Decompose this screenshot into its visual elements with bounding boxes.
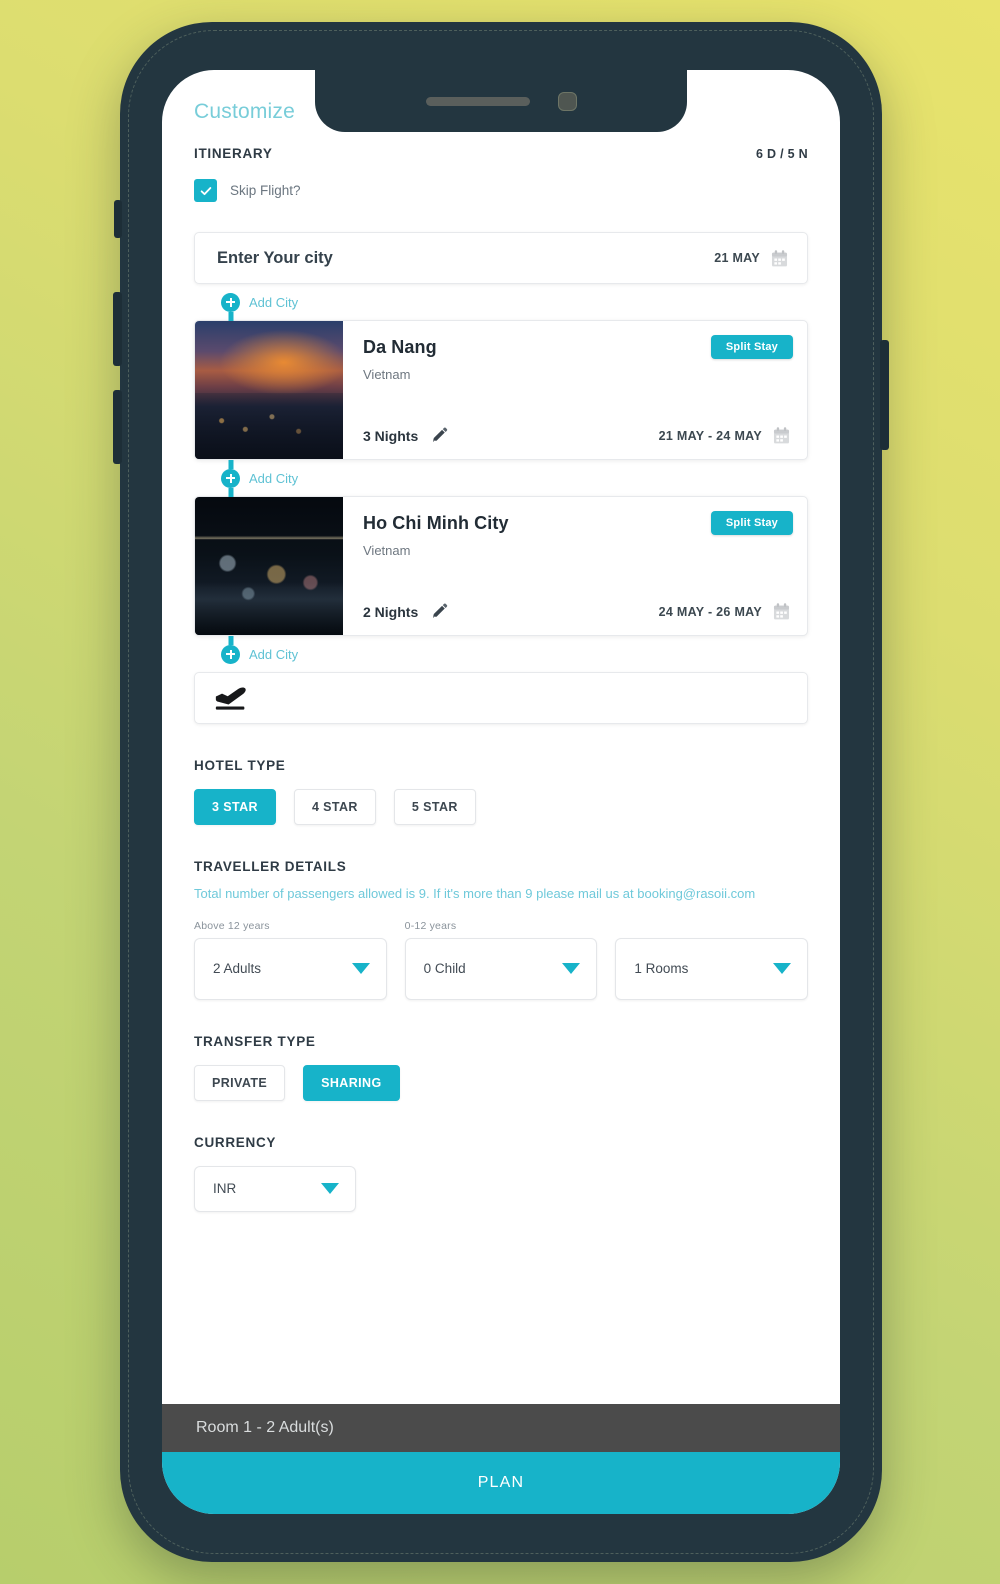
- phone-screen: Customize ITINERARY 6 D / 5 N Skip Fligh…: [162, 70, 840, 1514]
- transfer-type-section: TRANSFER TYPE PRIVATE SHARING: [194, 1034, 808, 1101]
- trip-bottom-row: 2 Nights 24 MAY - 26 MAY: [363, 602, 791, 621]
- nights-group[interactable]: 3 Nights: [363, 427, 448, 444]
- trip-country-name: Vietnam: [363, 367, 411, 382]
- nights-group[interactable]: 2 Nights: [363, 603, 448, 620]
- pencil-icon[interactable]: [431, 603, 448, 620]
- volume-down-button[interactable]: [113, 390, 122, 464]
- adults-value: 2 Adults: [213, 961, 262, 976]
- trip-info: Split Stay Da Nang Vietnam 3 Nights 21 M…: [343, 321, 807, 459]
- passenger-limit-note: Total number of passengers allowed is 9.…: [194, 886, 756, 901]
- rooms-select[interactable]: 1 Rooms: [615, 937, 809, 1000]
- children-select-wrap: 0-12 years 0 Child: [404, 919, 598, 1000]
- volume-up-button[interactable]: [113, 292, 122, 366]
- city-photo-da-nang: [195, 321, 343, 459]
- power-button[interactable]: [880, 340, 889, 450]
- chevron-down-icon: [562, 963, 581, 974]
- children-value: 0 Child: [423, 961, 466, 976]
- split-stay-badge[interactable]: Split Stay: [710, 511, 793, 535]
- phone-frame: Customize ITINERARY 6 D / 5 N Skip Fligh…: [113, 22, 889, 1562]
- children-mini-label: 0-12 years: [404, 919, 457, 932]
- add-city-icon: [221, 635, 240, 664]
- hotel-type-options: 3 STAR 4 STAR 5 STAR: [194, 789, 808, 825]
- hotel-type-4-star[interactable]: 4 STAR: [293, 789, 376, 825]
- earpiece-speaker: [425, 96, 530, 106]
- transfer-type-private[interactable]: PRIVATE: [194, 1064, 286, 1101]
- rooms-mini-label: [615, 920, 808, 932]
- add-city-label: Add City: [249, 470, 299, 486]
- trip-date-picker[interactable]: 21 MAY - 24 MAY: [659, 426, 791, 445]
- trip-card[interactable]: Split Stay Ho Chi Minh City Vietnam 2 Ni…: [194, 496, 808, 636]
- currency-section: CURRENCY INR: [194, 1135, 808, 1212]
- add-city-row-3[interactable]: Add City: [194, 635, 808, 672]
- notch: [315, 70, 687, 132]
- add-city-row-1[interactable]: Add City: [194, 284, 808, 321]
- room-summary-text: Room 1 - 2 Adult(s): [196, 1419, 334, 1436]
- add-city-icon: [221, 459, 240, 497]
- trip-country-name: Vietnam: [363, 543, 411, 558]
- add-city-label: Add City: [249, 294, 299, 310]
- plane-takeoff-icon: [215, 687, 246, 710]
- add-city-icon: [221, 292, 240, 321]
- skip-flight-row[interactable]: Skip Flight?: [194, 179, 808, 202]
- hotel-type-3-star[interactable]: 3 STAR: [194, 789, 276, 825]
- origin-date-text: 21 MAY: [714, 251, 760, 265]
- trip-dates: 24 MAY - 26 MAY: [658, 604, 762, 619]
- traveller-details-title: TRAVELLER DETAILS: [194, 859, 347, 874]
- front-camera-icon: [557, 91, 577, 111]
- add-city-row-2[interactable]: Add City: [194, 459, 808, 497]
- itinerary-label: ITINERARY: [194, 146, 273, 161]
- plan-button-label: PLAN: [477, 1474, 525, 1491]
- traveller-details-section: TRAVELLER DETAILS Total number of passen…: [194, 859, 809, 1000]
- trip-nights: 3 Nights: [363, 427, 419, 444]
- adults-mini-label: Above 12 years: [194, 919, 270, 932]
- origin-city-input[interactable]: Enter Your city 21 MAY: [194, 232, 808, 284]
- check-icon: [200, 186, 211, 195]
- transfer-type-title: TRANSFER TYPE: [194, 1033, 316, 1049]
- room-summary-bar: Room 1 - 2 Adult(s): [162, 1404, 840, 1452]
- chevron-down-icon: [773, 963, 792, 974]
- mute-switch[interactable]: [114, 200, 122, 238]
- calendar-icon: [773, 427, 790, 444]
- add-city-label: Add City: [249, 646, 299, 662]
- plan-button[interactable]: PLAN: [162, 1452, 840, 1514]
- transfer-type-options: PRIVATE SHARING: [194, 1064, 808, 1101]
- hotel-type-section: HOTEL TYPE 3 STAR 4 STAR 5 STAR: [194, 758, 808, 825]
- city-photo-ho-chi-minh-city: [195, 497, 343, 635]
- traveller-selects: Above 12 years 2 Adults 0-12 years 0 Chi…: [194, 919, 809, 1000]
- calendar-icon: [771, 249, 788, 266]
- chevron-down-icon: [351, 963, 370, 974]
- trip-bottom-row: 3 Nights 21 MAY - 24 MAY: [363, 426, 791, 445]
- trip-date-picker[interactable]: 24 MAY - 26 MAY: [659, 602, 791, 621]
- trip-duration: 6 D / 5 N: [755, 146, 808, 161]
- rooms-select-wrap: 1 Rooms: [615, 920, 809, 1000]
- calendar-icon: [773, 603, 790, 620]
- currency-select[interactable]: INR: [194, 1165, 356, 1212]
- children-select[interactable]: 0 Child: [404, 937, 598, 1000]
- transfer-type-sharing[interactable]: SHARING: [303, 1064, 400, 1101]
- app-scroll-area[interactable]: Customize ITINERARY 6 D / 5 N Skip Fligh…: [162, 70, 840, 1404]
- origin-city-placeholder: Enter Your city: [217, 248, 333, 267]
- adults-select[interactable]: 2 Adults: [194, 937, 387, 1000]
- pencil-icon[interactable]: [431, 427, 448, 444]
- chevron-down-icon: [321, 1183, 339, 1194]
- trip-nights: 2 Nights: [363, 603, 419, 620]
- itinerary-header: ITINERARY 6 D / 5 N: [194, 146, 808, 161]
- adults-select-wrap: Above 12 years 2 Adults: [194, 920, 387, 1000]
- return-flight-row[interactable]: [194, 672, 808, 724]
- trip-info: Split Stay Ho Chi Minh City Vietnam 2 Ni…: [343, 497, 807, 635]
- currency-value: INR: [213, 1181, 237, 1196]
- hotel-type-title: HOTEL TYPE: [194, 758, 286, 773]
- trip-dates: 21 MAY - 24 MAY: [658, 428, 762, 443]
- currency-title: CURRENCY: [194, 1134, 277, 1150]
- rooms-value: 1 Rooms: [634, 961, 689, 976]
- split-stay-badge[interactable]: Split Stay: [710, 335, 793, 359]
- hotel-type-5-star[interactable]: 5 STAR: [393, 789, 476, 825]
- origin-date-picker[interactable]: 21 MAY: [714, 249, 789, 268]
- skip-flight-checkbox[interactable]: [194, 179, 217, 202]
- trip-card[interactable]: Split Stay Da Nang Vietnam 3 Nights 21 M…: [194, 320, 808, 460]
- skip-flight-label: Skip Flight?: [230, 183, 301, 198]
